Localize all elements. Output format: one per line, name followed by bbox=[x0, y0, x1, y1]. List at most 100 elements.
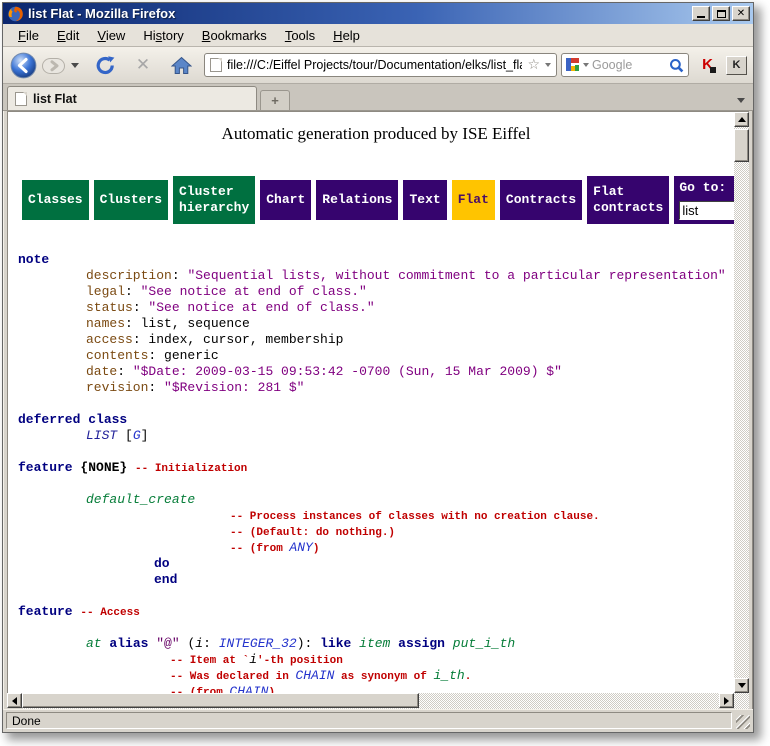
menu-view[interactable]: View bbox=[88, 26, 134, 45]
code-text: date bbox=[86, 364, 117, 379]
doc-nav-cluster-hierarchy[interactable]: Clusterhierarchy bbox=[173, 176, 255, 224]
code-text bbox=[351, 636, 359, 651]
code-text: assign bbox=[398, 636, 445, 651]
code-link[interactable]: i_th bbox=[433, 668, 464, 683]
menubar: FileEditViewHistoryBookmarksToolsHelp bbox=[3, 24, 753, 47]
code-line bbox=[18, 588, 734, 604]
doc-nav-clusters[interactable]: Clusters bbox=[94, 180, 168, 220]
goto-input[interactable] bbox=[679, 201, 734, 220]
vertical-scroll-thumb[interactable] bbox=[734, 129, 749, 162]
new-tab-button[interactable]: + bbox=[260, 90, 290, 110]
menu-history[interactable]: History bbox=[134, 26, 192, 45]
search-engine-dropdown-icon[interactable] bbox=[583, 63, 589, 67]
code-text: note bbox=[18, 252, 49, 267]
search-engine-icon[interactable] bbox=[566, 58, 580, 72]
doc-nav-chart[interactable]: Chart bbox=[260, 180, 311, 220]
code-text: -- (from bbox=[230, 543, 289, 555]
code-text: : bbox=[117, 364, 133, 379]
search-go-icon[interactable] bbox=[669, 58, 684, 73]
code-link[interactable]: G bbox=[133, 428, 141, 443]
doc-nav-relations[interactable]: Relations bbox=[316, 180, 398, 220]
code-text: -- (Default: do nothing.) bbox=[230, 527, 395, 539]
k-toolbar-button[interactable]: K bbox=[726, 56, 747, 75]
resize-grip[interactable] bbox=[736, 715, 750, 729]
horizontal-scrollbar[interactable] bbox=[7, 693, 734, 709]
search-box[interactable] bbox=[561, 53, 689, 77]
stop-button[interactable]: ✕ bbox=[130, 53, 156, 77]
menu-bookmarks[interactable]: Bookmarks bbox=[193, 26, 276, 45]
arrow-right-icon bbox=[724, 697, 729, 705]
code-line: feature {NONE} -- Initialization bbox=[18, 460, 734, 476]
doc-nav-flat[interactable]: Flat bbox=[452, 180, 495, 220]
arrow-down-icon bbox=[738, 683, 746, 688]
vertical-scrollbar[interactable] bbox=[734, 112, 749, 693]
code-link[interactable]: INTEGER_32 bbox=[219, 636, 297, 651]
home-button[interactable] bbox=[168, 53, 194, 77]
code-text bbox=[445, 636, 453, 651]
code-line: status: "See notice at end of class." bbox=[18, 300, 734, 316]
code-text: contents bbox=[86, 348, 148, 363]
horizontal-scroll-thumb[interactable] bbox=[22, 693, 419, 708]
kaspersky-icon[interactable]: K bbox=[699, 57, 716, 73]
code-link[interactable]: item bbox=[359, 636, 390, 651]
title-bar[interactable]: list Flat - Mozilla Firefox ✕ bbox=[3, 3, 753, 24]
code-text: like bbox=[320, 636, 351, 651]
doc-nav-text[interactable]: Text bbox=[403, 180, 446, 220]
code-line: legal: "See notice at end of class." bbox=[18, 284, 734, 300]
tab-list-flat[interactable]: list Flat bbox=[7, 86, 257, 110]
back-button[interactable] bbox=[9, 51, 37, 79]
doc-nav-classes[interactable]: Classes bbox=[22, 180, 89, 220]
code-link[interactable]: CHAIN bbox=[229, 684, 268, 693]
window-controls: ✕ bbox=[692, 6, 750, 21]
reload-button[interactable] bbox=[92, 53, 118, 77]
all-tabs-dropdown-button[interactable] bbox=[733, 90, 749, 110]
chevron-down-icon bbox=[71, 63, 79, 68]
code-link[interactable]: ANY bbox=[289, 540, 312, 555]
code-text: [ bbox=[117, 428, 133, 443]
menu-file[interactable]: File bbox=[9, 26, 48, 45]
forward-icon bbox=[42, 55, 65, 76]
forward-button[interactable] bbox=[41, 54, 65, 76]
back-history-dropdown[interactable] bbox=[69, 54, 80, 76]
code-link[interactable]: LIST bbox=[86, 428, 117, 443]
url-text[interactable]: file:///C:/Eiffel Projects/tour/Document… bbox=[227, 58, 522, 72]
menu-tools[interactable]: Tools bbox=[276, 26, 324, 45]
vertical-scroll-track[interactable] bbox=[734, 127, 749, 678]
scroll-left-button[interactable] bbox=[7, 693, 22, 708]
code-text: deferred class bbox=[18, 412, 127, 427]
url-dropdown-icon[interactable] bbox=[545, 63, 551, 67]
scroll-right-button[interactable] bbox=[719, 693, 734, 708]
code-line: date: "$Date: 2009-03-15 09:53:42 -0700 … bbox=[18, 364, 734, 380]
code-line: end bbox=[18, 572, 734, 588]
bookmark-star-icon[interactable]: ☆ bbox=[527, 58, 540, 72]
code-text: "See notice at end of class." bbox=[141, 284, 367, 299]
scroll-up-button[interactable] bbox=[734, 112, 749, 127]
maximize-button[interactable] bbox=[712, 6, 730, 21]
doc-nav-contracts[interactable]: Contracts bbox=[500, 180, 582, 220]
close-button[interactable]: ✕ bbox=[732, 6, 750, 21]
url-bar[interactable]: file:///C:/Eiffel Projects/tour/Document… bbox=[204, 53, 557, 77]
tab-page-icon bbox=[15, 92, 27, 106]
code-text: legal bbox=[86, 284, 125, 299]
search-input[interactable] bbox=[592, 58, 666, 72]
content-viewport: Automatic generation produced by ISE Eif… bbox=[7, 111, 749, 693]
stop-icon: ✕ bbox=[136, 57, 150, 74]
minimize-button[interactable] bbox=[692, 6, 710, 21]
code-link[interactable]: at bbox=[86, 636, 102, 651]
doc-nav-flat-contracts[interactable]: Flatcontracts bbox=[587, 176, 669, 224]
scroll-down-button[interactable] bbox=[734, 678, 749, 693]
code-text: "$Revision: 281 $" bbox=[164, 380, 304, 395]
code-line: contents: generic bbox=[18, 348, 734, 364]
code-link[interactable]: CHAIN bbox=[295, 668, 334, 683]
code-line: note bbox=[18, 252, 734, 268]
code-text: i bbox=[195, 636, 203, 651]
menu-edit[interactable]: Edit bbox=[48, 26, 88, 45]
horizontal-scroll-track[interactable] bbox=[22, 693, 719, 709]
code-text: as synonym of bbox=[334, 671, 433, 683]
code-line: default_create bbox=[18, 492, 734, 508]
code-link[interactable]: put_i_th bbox=[453, 636, 515, 651]
code-link[interactable]: default_create bbox=[86, 492, 195, 507]
code-line: -- Process instances of classes with no … bbox=[18, 508, 734, 524]
menu-help[interactable]: Help bbox=[324, 26, 369, 45]
code-line: access: index, cursor, membership bbox=[18, 332, 734, 348]
